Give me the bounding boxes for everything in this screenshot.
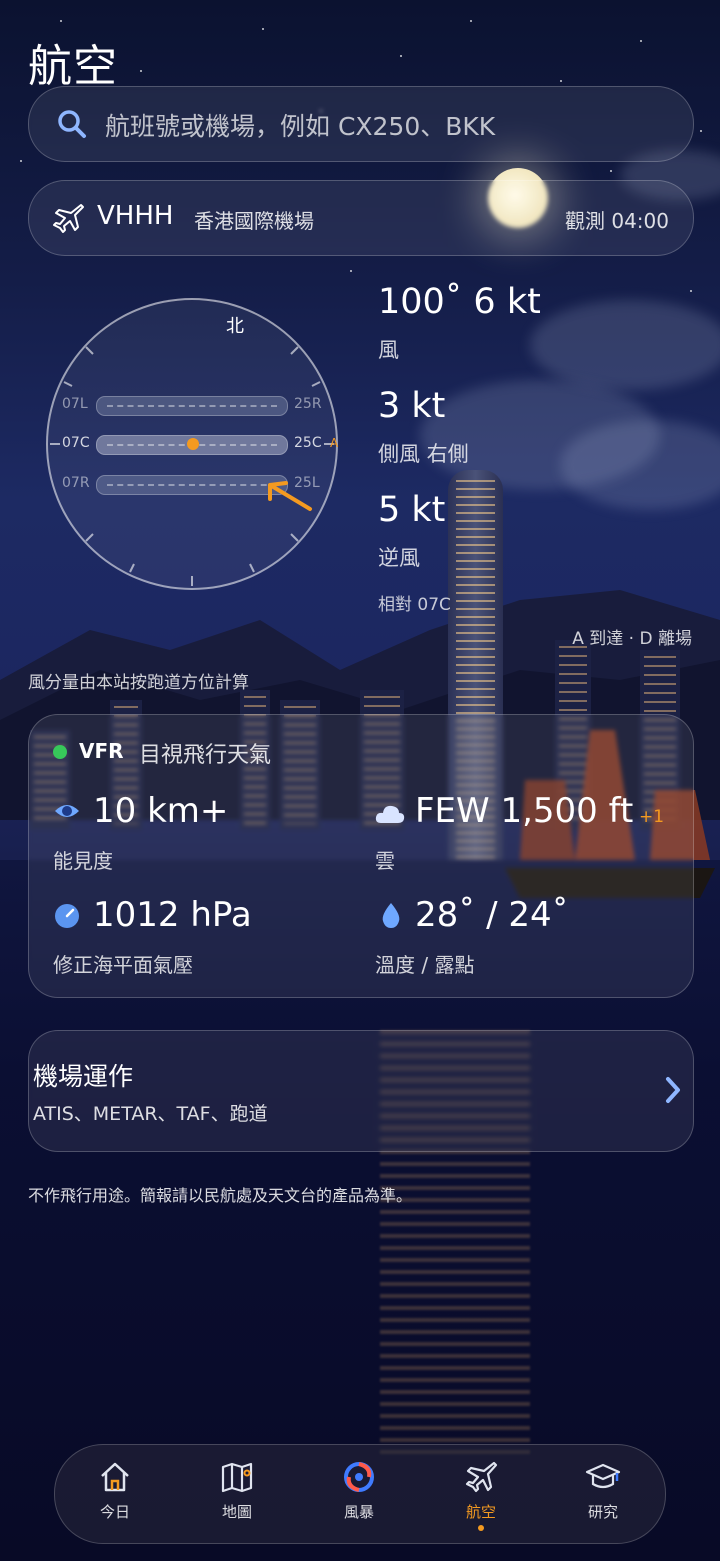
active-indicator-dot <box>478 1525 484 1531</box>
page-title: 航空 <box>28 41 118 92</box>
airport-selector[interactable]: VHHH 香港國際機場 觀測 04:00 <box>28 180 694 256</box>
pressure-label: 修正海平面氣壓 <box>53 953 193 977</box>
disclaimer-text: 不作飛行用途。簡報請以民航處及天文台的產品為準。 <box>28 1186 413 1205</box>
nav-label-research: 研究 <box>587 1503 618 1521</box>
operations-subtitle: ATIS、METAR、TAF、跑道 <box>33 1103 268 1125</box>
wind-arrow-icon <box>268 481 312 511</box>
airport-icao: VHHH <box>97 201 174 231</box>
nav-item-research[interactable]: 研究 <box>543 1445 663 1543</box>
wind-component-note: 風分量由本站按跑道方位計算 <box>28 673 249 693</box>
crosswind-label: 側風 右側 <box>378 442 469 466</box>
runway-label-25c: 25C <box>294 435 322 451</box>
nav-label-today: 今日 <box>99 1503 130 1521</box>
plane-icon <box>53 204 84 233</box>
airport-name: 香港國際機場 <box>194 209 314 233</box>
search-icon <box>58 110 86 138</box>
runway-label-07c: 07C <box>62 435 90 451</box>
home-icon <box>101 1462 129 1492</box>
temperature-label: 溫度 / 露點 <box>375 953 475 977</box>
wind-value: 100˚ 6 kt <box>378 282 541 322</box>
compass-north-label: 北 <box>226 316 244 337</box>
search-placeholder: 航班號或機場，例如 CX250、BKK <box>105 112 496 141</box>
pressure-gauge-icon <box>55 904 79 928</box>
wind-indicator-dot <box>187 438 199 450</box>
operations-title: 機場運作 <box>33 1062 134 1091</box>
cloud-extra-layers: +1 <box>639 807 665 827</box>
crosswind-value: 3 kt <box>378 386 446 426</box>
temperature-value: 28˚ / 24˚ <box>415 895 569 935</box>
nav-item-today[interactable]: 今日 <box>55 1445 175 1543</box>
droplet-icon <box>382 903 400 928</box>
runway-compass: 北 07L 25R 07C 25C A 07R 25L <box>46 298 338 590</box>
cloud-icon <box>375 805 405 823</box>
plane-icon <box>465 1461 498 1493</box>
nav-label-map: 地圖 <box>221 1503 252 1521</box>
nav-item-storm[interactable]: 風暴 <box>299 1445 419 1543</box>
cloud-value: FEW 1,500 ft <box>415 791 634 831</box>
flight-category: VFR <box>79 739 124 763</box>
visibility-value: 10 km+ <box>93 791 229 831</box>
chevron-right-icon <box>666 1077 680 1103</box>
nav-item-map[interactable]: 地圖 <box>177 1445 297 1543</box>
arrival-flag: A <box>330 436 339 450</box>
nav-label-aviation: 航空 <box>465 1503 496 1521</box>
nav-item-aviation[interactable]: 航空 <box>421 1445 541 1543</box>
wind-label: 風 <box>378 338 399 362</box>
storm-icon <box>344 1462 374 1492</box>
runway-label-25r: 25R <box>294 396 322 412</box>
flight-category-desc: 目視飛行天氣 <box>139 743 272 768</box>
eye-icon <box>55 805 79 817</box>
graduation-cap-icon <box>585 1463 621 1489</box>
runway-label-07r: 07R <box>62 475 90 491</box>
runway-label-07l: 07L <box>62 396 88 412</box>
bottom-nav: 今日 地圖 風暴 航空 研究 <box>54 1444 666 1544</box>
observation-time: 觀測 04:00 <box>565 209 669 233</box>
weather-card: VFR 目視飛行天氣 10 km+ 能見度 FEW 1,500 ft +1 雲 … <box>28 714 694 998</box>
map-icon <box>221 1462 253 1493</box>
vfr-status-dot <box>53 745 67 759</box>
pressure-value: 1012 hPa <box>93 895 252 935</box>
runway-07l-25r[interactable] <box>96 396 288 416</box>
headwind-value: 5 kt <box>378 490 446 530</box>
visibility-label: 能見度 <box>53 849 113 873</box>
airport-operations-card[interactable]: 機場運作 ATIS、METAR、TAF、跑道 <box>28 1030 694 1152</box>
headwind-label: 逆風 <box>378 546 420 570</box>
search-bar[interactable]: 航班號或機場，例如 CX250、BKK <box>28 86 694 162</box>
cloud-label: 雲 <box>375 849 395 873</box>
arrival-departure-legend: A 到達 · D 離場 <box>572 629 692 649</box>
nav-label-storm: 風暴 <box>343 1503 374 1521</box>
relative-runway: 相對 07C <box>378 595 451 615</box>
